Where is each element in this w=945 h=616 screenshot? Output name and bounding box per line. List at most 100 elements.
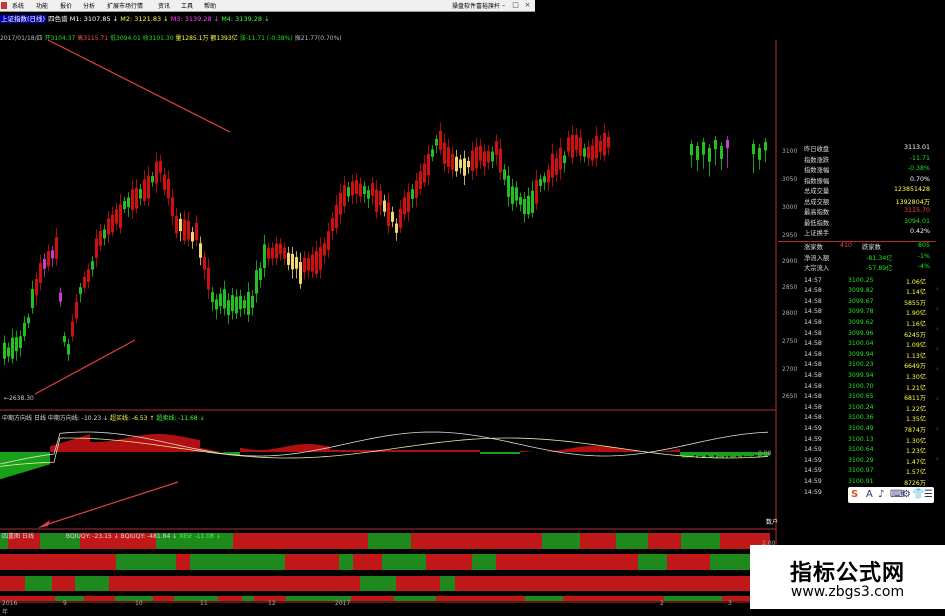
minimize-icon[interactable]: – [499,0,508,10]
menu-item-analysis[interactable]: 分析 [83,1,95,10]
app-logo-icon [1,2,7,9]
scroll-right-icon[interactable]: › [936,365,944,374]
menu-item-help[interactable]: 帮助 [204,1,216,10]
candle-body [555,158,558,175]
menu-item-news[interactable]: 资讯 [158,1,170,10]
maximize-icon[interactable]: □ [511,0,520,10]
indicator1-bar [242,448,244,452]
indicator1-bar [562,450,564,452]
indicator1-bar [610,447,612,452]
tick-time: 14:58 [804,330,822,337]
tick-row: 14:583099.781.90亿 [778,308,936,319]
indicator1-bar [306,444,308,452]
indicator1-bar [754,452,756,455]
indicator1-bar [434,450,436,452]
indicator1-bar [714,452,716,455]
indicator2-segment [0,554,22,570]
candle-body [607,137,610,148]
indicator1-bar [8,452,10,477]
ime-menu-icon[interactable]: ☰ [924,489,933,500]
indicator2-value1: BQIUQY: -23.15 ↓ [66,533,119,540]
menu-item-quote[interactable]: 报价 [60,1,72,10]
indicator1-bar [618,448,620,452]
candle-body [171,197,174,216]
ime-toolbar[interactable]: S A ♪ ⌨ ⚙ 👕 ☰ [848,487,934,503]
close-icon[interactable]: × [523,0,532,10]
indicator1-bar [114,440,116,452]
indicator1-bar [616,448,618,452]
candle-body [279,244,282,255]
indicator1-bar [360,450,362,452]
info-row: 总成交量123851428 [778,186,936,197]
indicator1-bar [264,450,266,452]
candle-body [243,300,246,308]
scroll-right-icon[interactable]: › [936,395,944,404]
indicator1-bar [692,452,694,457]
indicator1-name[interactable]: 中期方向线 [2,415,32,422]
menu-item-extended-market[interactable]: 扩展市场行情 [107,1,143,10]
time-axis-label: 10 [135,600,143,607]
indicator1-bar [664,451,666,452]
indicator1-bar [636,451,638,452]
candle-body [203,257,206,270]
rise-count: 410 [840,242,852,249]
candle-body [543,176,546,182]
candle-body [207,268,210,290]
scroll-right-icon[interactable]: › [936,325,944,334]
candle-body [319,247,322,270]
indicator1-axis-value: 0.00 [758,450,771,457]
indicator1-bar [292,445,294,452]
ime-skin-icon[interactable]: 👕 [912,489,924,500]
indicator2-segment [286,596,313,601]
candle-body [227,300,230,315]
indicator2-segment [52,576,75,591]
indicator1-bar [744,452,746,456]
indicator1-bar [104,442,106,452]
ime-settings-icon[interactable]: ⚙ [902,489,911,500]
tick-row: 14:583100.041.09亿 [778,340,936,351]
scroll-right-icon[interactable]: › [936,425,944,434]
indicator1-bar [62,442,64,452]
candle-body [539,179,542,186]
indicator1-bar [478,450,480,452]
ime-logo-icon[interactable]: S [851,489,858,500]
indicator1-bar [34,452,36,469]
indicator1-bar [498,452,500,454]
menu-item-system[interactable]: 系统 [12,1,24,10]
candle-body [363,186,366,194]
indicator1-bar [402,450,404,452]
ime-letter-icon[interactable]: A [866,489,873,500]
flow-label: 净流入额 [804,253,829,262]
indicator1-bar [404,450,406,452]
ma-m1: M1: 3107.85 ↓ [70,15,118,23]
indicator2-name[interactable]: 四重图 [2,533,20,540]
chart-canvas[interactable] [0,40,778,605]
indicator1-bar [590,446,592,452]
indicator1-bar [112,441,114,452]
candle-body [467,161,470,167]
menu-item-tools[interactable]: 工具 [181,1,193,10]
candle-body [7,347,10,356]
chart-mode[interactable]: 四色谱 [48,15,68,23]
indicator1-bar [116,440,118,452]
ime-voice-icon[interactable]: ♪ [878,489,884,500]
candle-body [299,262,302,284]
candle-body [3,343,6,359]
indicator2-segment [264,576,288,591]
indicator1-bar [136,436,138,452]
indicator1-bar [682,452,684,458]
info-value: 123851428 [894,186,930,193]
scroll-right-icon[interactable]: › [936,345,944,354]
indicator1-bar [462,450,464,452]
scroll-right-icon[interactable]: › [936,455,944,464]
candle-body [427,154,430,175]
scroll-right-icon[interactable]: › [936,305,944,314]
scroll-right-icon[interactable]: › [936,285,944,294]
indicator1-bar [320,445,322,452]
indicator1-bar [602,446,604,452]
menu-item-function[interactable]: 功能 [36,1,48,10]
tick-price: 3099.82 [848,287,874,294]
indicator1-bar [578,447,580,452]
indicator1-bar [150,434,152,452]
candle-body [339,193,342,215]
